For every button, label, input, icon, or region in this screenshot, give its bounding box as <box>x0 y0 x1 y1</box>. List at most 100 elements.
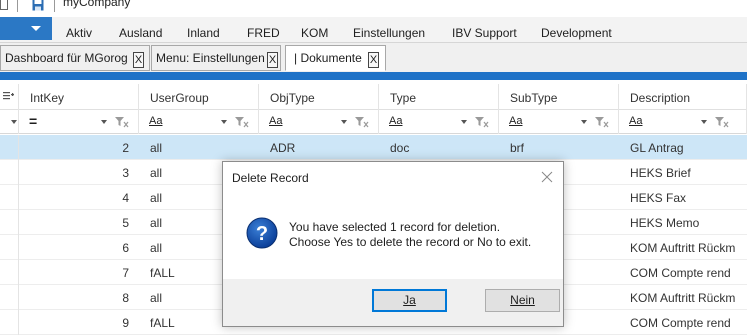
close-icon[interactable]: X <box>133 52 144 68</box>
row-header[interactable] <box>0 285 19 310</box>
cell-description: HEKS Fax <box>630 191 687 205</box>
filter-type[interactable]: Aa <box>379 110 499 134</box>
clear-filter-icon[interactable] <box>475 116 489 128</box>
cell-intkey: 3 <box>122 166 129 180</box>
filter-row: = Aa Aa Aa Aa Aa <box>0 110 747 134</box>
app-title: myCompany <box>63 0 131 9</box>
close-icon[interactable] <box>541 171 553 183</box>
cell-description: HEKS Memo <box>630 216 700 230</box>
ribbon-tab-kom[interactable]: KOM <box>301 26 328 40</box>
column-chooser-icon <box>3 92 14 100</box>
filter-description[interactable]: Aa <box>619 110 747 134</box>
cell-intkey: 4 <box>122 191 129 205</box>
cell-type: doc <box>390 141 410 155</box>
column-header-subtype[interactable]: SubType <box>499 84 619 110</box>
doc-tab-dokumente[interactable]: | Dokumente X <box>285 45 386 71</box>
close-icon[interactable]: X <box>368 52 379 68</box>
cell-description: COM Compte rend <box>630 266 731 280</box>
chevron-down-icon[interactable] <box>101 120 107 124</box>
separator <box>54 0 55 12</box>
doc-tab-dashboard[interactable]: Dashboard für MGorog X <box>0 45 150 71</box>
document-tab-bar: Dashboard für MGorog X Menu: Einstellung… <box>0 42 747 72</box>
filter-operator[interactable]: Aa <box>269 115 282 127</box>
dialog-title: Delete Record <box>232 171 309 185</box>
cell-description: KOM Auftritt Rückm <box>630 241 736 255</box>
clear-filter-icon[interactable] <box>595 116 609 128</box>
column-header-intkey[interactable]: IntKey <box>19 84 139 110</box>
close-icon[interactable]: X <box>267 52 278 68</box>
cell-intkey: 5 <box>122 216 129 230</box>
clear-filter-icon[interactable] <box>115 116 129 128</box>
column-header-usergroup[interactable]: UserGroup <box>139 84 259 110</box>
row-header[interactable] <box>0 185 19 210</box>
svg-text:?: ? <box>256 223 268 245</box>
cell-subtype: brf <box>510 141 525 155</box>
doc-tab-label: Dashboard für MGorog <box>5 51 128 65</box>
dialog-footer: Ja Nein <box>223 279 563 326</box>
cell-intkey: 6 <box>122 241 129 255</box>
ribbon-tab-ausland[interactable]: Ausland <box>119 26 162 40</box>
question-icon: ? <box>246 217 278 249</box>
cell-description: GL Antrag <box>630 141 684 155</box>
filter-operator[interactable]: Aa <box>389 115 402 127</box>
chevron-down-icon[interactable] <box>701 120 707 124</box>
cell-intkey: 2 <box>122 141 129 155</box>
save-icon[interactable] <box>32 0 44 11</box>
filter-operator[interactable]: Aa <box>629 115 642 127</box>
chevron-down-icon[interactable] <box>221 120 227 124</box>
no-button[interactable]: Nein <box>485 289 560 312</box>
title-bar: myCompany <box>0 0 747 17</box>
doc-tab-menu-einstellungen[interactable]: Menu: Einstellungen X <box>151 45 281 71</box>
row-header[interactable] <box>0 160 19 185</box>
separator <box>17 0 18 12</box>
row-header[interactable] <box>0 210 19 235</box>
column-header-description[interactable]: Description <box>619 84 747 110</box>
yes-button[interactable]: Ja <box>372 289 447 312</box>
cell-description: KOM Auftritt Rückm <box>630 291 736 305</box>
dialog-message-line-2: Choose Yes to delete the record or No to… <box>289 235 532 249</box>
filter-operator[interactable]: Aa <box>149 115 162 127</box>
filter-subtype[interactable]: Aa <box>499 110 619 134</box>
file-menu-button[interactable] <box>0 17 52 40</box>
filter-operator[interactable]: Aa <box>509 115 522 127</box>
column-header-objtype[interactable]: ObjType <box>259 84 379 110</box>
row-header[interactable] <box>0 135 19 160</box>
chevron-down-icon[interactable] <box>11 120 17 124</box>
filter-intkey[interactable]: = <box>19 110 139 134</box>
filter-operator[interactable]: = <box>29 113 37 129</box>
column-header-type[interactable]: Type <box>379 84 499 110</box>
clear-filter-icon[interactable] <box>355 116 369 128</box>
cell-usergroup: all <box>150 141 163 155</box>
doc-tab-label: Menu: Einstellungen <box>156 51 265 65</box>
grid-header: IntKey UserGroup ObjType Type SubType De… <box>0 84 747 110</box>
dialog-message-line-1: You have selected 1 record for deletion. <box>289 220 501 234</box>
app-icon <box>0 0 8 10</box>
grid-options[interactable] <box>0 84 19 110</box>
filter-usergroup[interactable]: Aa <box>139 110 259 134</box>
row-header[interactable] <box>0 310 19 335</box>
table-row[interactable]: 2 all ADR doc brf GL Antrag <box>0 135 747 160</box>
clear-filter-icon[interactable] <box>715 116 729 128</box>
chevron-down-icon <box>31 26 41 31</box>
ribbon-tab-einstellungen[interactable]: Einstellungen <box>353 26 425 40</box>
filter-row-header <box>0 110 19 134</box>
accent-bar <box>0 72 747 80</box>
chevron-down-icon[interactable] <box>341 120 347 124</box>
ribbon-tab-bar: Aktiv Ausland Inland FRED KOM Einstellun… <box>0 17 747 42</box>
chevron-down-icon[interactable] <box>581 120 587 124</box>
clear-filter-icon[interactable] <box>235 116 249 128</box>
cell-description: HEKS Brief <box>630 166 691 180</box>
delete-record-dialog: Delete Record ? You have selected 1 reco… <box>222 161 564 327</box>
ribbon-tab-inland[interactable]: Inland <box>187 26 220 40</box>
ribbon-tab-development[interactable]: Development <box>541 26 612 40</box>
filter-objtype[interactable]: Aa <box>259 110 379 134</box>
doc-tab-label: | Dokumente <box>294 51 362 65</box>
cell-intkey: 7 <box>122 266 129 280</box>
chevron-down-icon[interactable] <box>461 120 467 124</box>
row-header[interactable] <box>0 260 19 285</box>
ribbon-tab-aktiv[interactable]: Aktiv <box>66 26 92 40</box>
row-header[interactable] <box>0 235 19 260</box>
ribbon-tab-ibv-support[interactable]: IBV Support <box>452 26 517 40</box>
cell-objtype: ADR <box>270 141 296 155</box>
ribbon-tab-fred[interactable]: FRED <box>247 26 280 40</box>
